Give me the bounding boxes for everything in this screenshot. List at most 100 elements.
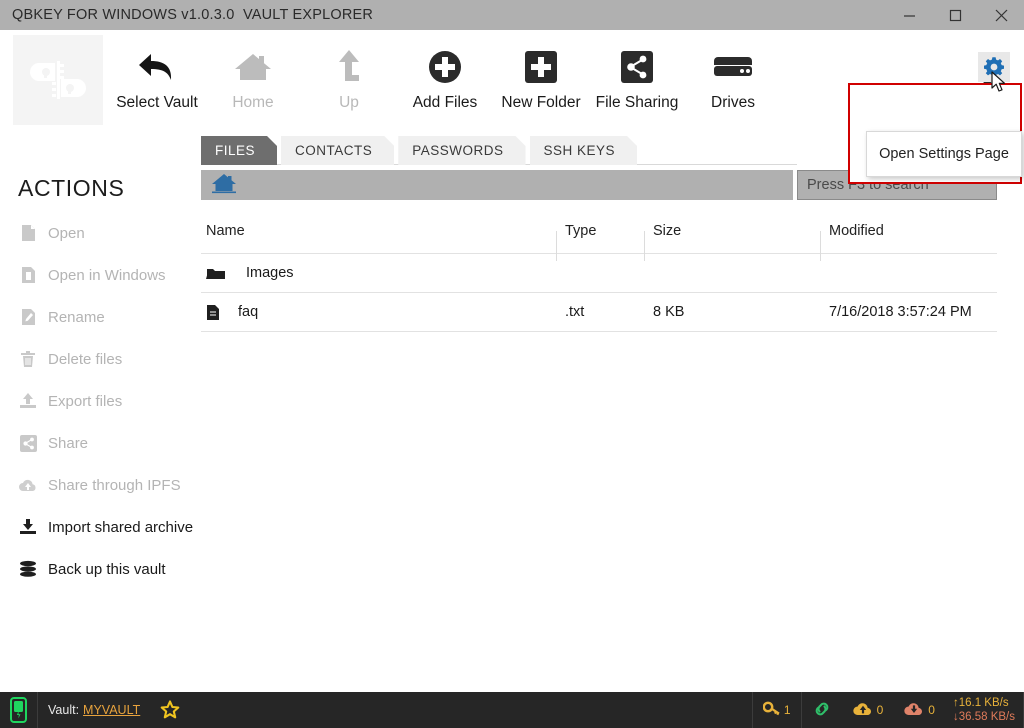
file-table: Name Type Size Modified Images faq .txt … — [201, 208, 997, 332]
maximize-button[interactable] — [932, 0, 978, 30]
export-upload-icon — [18, 391, 38, 411]
tab-contacts[interactable]: CONTACTS — [281, 136, 394, 165]
upload-count: 0 — [876, 703, 884, 717]
vault-status: Vault: MYVAULT — [38, 692, 150, 728]
vault-name-link[interactable]: MYVAULT — [83, 703, 140, 717]
column-header-type[interactable]: Type — [556, 223, 645, 261]
drive-icon — [712, 44, 754, 90]
rename-icon — [18, 307, 38, 327]
toolbar-label: Home — [232, 94, 274, 111]
plus-circle-icon — [426, 44, 464, 90]
sidebar-item-delete-files[interactable]: Delete files — [0, 338, 200, 380]
home-icon[interactable] — [211, 172, 237, 199]
actions-sidebar: ACTIONS Open Open in Windows Rename Dele… — [0, 165, 200, 590]
toolbar-button-file-sharing[interactable]: File Sharing — [582, 44, 692, 112]
up-arrow-icon — [331, 44, 367, 90]
sidebar-item-export-files[interactable]: Export files — [0, 380, 200, 422]
tab-files[interactable]: FILES — [201, 136, 277, 165]
sidebar-item-rename[interactable]: Rename — [0, 296, 200, 338]
tab-passwords[interactable]: PASSWORDS — [398, 136, 525, 165]
file-name: faq — [238, 304, 259, 320]
table-row[interactable]: Images — [201, 254, 997, 293]
sidebar-item-label: Import shared archive — [48, 518, 194, 536]
settings-tooltip-label: Open Settings Page — [879, 146, 1009, 162]
cloud-upload-icon — [18, 475, 38, 495]
sidebar-item-share-through-ipfs[interactable]: Share through IPFS — [0, 464, 200, 506]
usb-key-icon[interactable] — [0, 692, 37, 728]
download-status[interactable]: 0 — [893, 692, 945, 728]
network-speeds: ↑16.1 KB/s ↓36.58 KB/s — [945, 696, 1023, 725]
download-count: 0 — [928, 703, 935, 717]
upload-status[interactable]: 0 — [842, 692, 894, 728]
import-download-icon — [18, 517, 38, 537]
toolbar-label: New Folder — [501, 94, 581, 111]
toolbar-button-home[interactable]: Home — [198, 44, 308, 112]
column-header-size[interactable]: Size — [644, 223, 821, 261]
sidebar-item-label: Back up this vault — [48, 560, 166, 578]
sidebar-item-back-up-this-vault[interactable]: Back up this vault — [0, 548, 200, 590]
share-icon — [18, 433, 38, 453]
file-window-icon — [18, 265, 38, 285]
toolbar-button-add-files[interactable]: Add Files — [390, 44, 500, 112]
file-icon — [18, 223, 38, 243]
table-row[interactable]: faq .txt 8 KB 7/16/2018 3:57:24 PM — [201, 293, 997, 332]
sidebar-item-share[interactable]: Share — [0, 422, 200, 464]
cloud-download-icon — [903, 701, 925, 720]
folder-icon — [206, 266, 228, 281]
keys-status[interactable]: 1 — [753, 692, 801, 728]
minimize-button[interactable] — [886, 0, 932, 30]
toolbar-label: File Sharing — [595, 94, 679, 111]
breadcrumb[interactable] — [201, 170, 793, 200]
tab-bar: FILES CONTACTS PASSWORDS SSH KEYS — [201, 136, 641, 165]
download-speed: ↓36.58 KB/s — [952, 711, 1015, 723]
cell-name: faq — [201, 304, 557, 321]
sidebar-item-label: Share through IPFS — [48, 476, 181, 494]
toolbar-button-select-vault[interactable]: Select Vault — [102, 44, 212, 112]
status-right-group: 1 0 0 ↑16.1 KB/s ↓36.58 KB/s — [751, 692, 1024, 728]
toolbar-button-new-folder[interactable]: New Folder — [486, 44, 596, 112]
cell-modified: 7/16/2018 3:57:24 PM — [829, 304, 972, 320]
tab-ssh-keys[interactable]: SSH KEYS — [530, 136, 638, 165]
star-icon[interactable] — [150, 692, 190, 728]
file-icon — [206, 304, 228, 321]
upload-speed: ↑16.1 KB/s — [952, 696, 1009, 709]
trash-icon — [18, 349, 38, 369]
toolbar-label: Drives — [711, 94, 755, 111]
window-controls — [886, 0, 1024, 30]
toolbar-button-up[interactable]: Up — [294, 44, 404, 112]
sidebar-item-open[interactable]: Open — [0, 212, 200, 254]
sidebar-item-label: Open in Windows — [48, 266, 166, 284]
mouse-cursor — [991, 71, 1008, 99]
title-bar: QBKEY FOR WINDOWS v1.0.3.0 VAULT EXPLORE… — [0, 0, 1024, 30]
file-table-header: Name Type Size Modified — [201, 208, 997, 261]
status-bar: Vault: MYVAULT 1 0 0 ↑16.1 KB/s ↓36.58 K… — [0, 692, 1024, 728]
cell-name: Images — [201, 265, 557, 281]
sidebar-item-label: Share — [48, 434, 89, 452]
back-arrow-icon — [135, 44, 179, 90]
sidebar-item-label: Delete files — [48, 350, 123, 368]
link-status[interactable] — [802, 692, 842, 728]
column-header-name[interactable]: Name — [201, 223, 557, 239]
sidebar-item-open-in-windows[interactable]: Open in Windows — [0, 254, 200, 296]
sidebar-item-import-shared-archive[interactable]: Import shared archive — [0, 506, 200, 548]
sidebar-item-label: Open — [48, 224, 85, 242]
vault-label: Vault: — [48, 703, 80, 717]
toolbar-button-drives[interactable]: Drives — [678, 44, 788, 112]
cell-type: .txt — [565, 304, 585, 320]
plus-square-icon — [524, 44, 558, 90]
toolbar-label: Up — [339, 94, 359, 111]
sidebar-item-label: Export files — [48, 392, 123, 410]
database-icon — [18, 559, 38, 579]
close-button[interactable] — [978, 0, 1024, 30]
toolbar-label: Add Files — [412, 94, 478, 111]
file-name: Images — [246, 265, 294, 281]
qbkey-logo — [13, 35, 103, 125]
share-icon — [621, 44, 653, 90]
vault-explorer-window: QBKEY FOR WINDOWS v1.0.3.0 VAULT EXPLORE… — [0, 0, 1024, 728]
sidebar-item-label: Rename — [48, 308, 105, 326]
column-header-modified[interactable]: Modified — [820, 223, 997, 261]
cell-size: 8 KB — [653, 304, 685, 320]
link-icon — [812, 701, 832, 720]
key-icon — [762, 701, 781, 720]
settings-tooltip: Open Settings Page — [866, 131, 1022, 177]
